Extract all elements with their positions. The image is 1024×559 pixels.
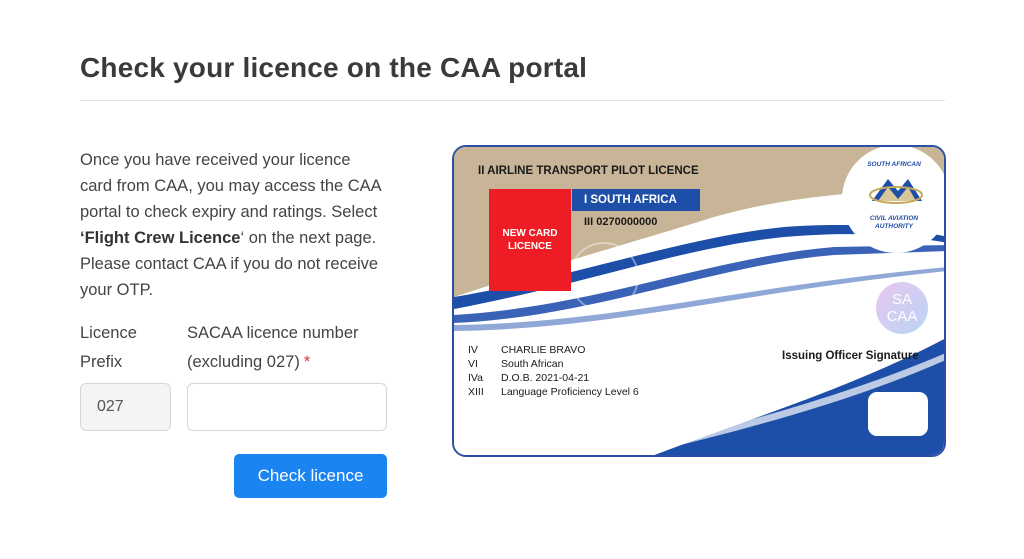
card-detail-row: XIII Language Proficiency Level 6: [468, 385, 639, 399]
card-detail-code: VI: [468, 358, 478, 370]
card-photo-placeholder: NEW CARD LICENCE: [489, 189, 571, 291]
card-signature-label: Issuing Officer Signature: [782, 350, 919, 362]
licence-card-image: II AIRLINE TRANSPORT PILOT LICENCE I SOU…: [452, 145, 946, 457]
card-detail-code: IV: [468, 344, 478, 356]
card-licence-type: II AIRLINE TRANSPORT PILOT LICENCE: [478, 165, 699, 177]
caa-logo-bottom-text: CIVIL AVIATION AUTHORITY: [869, 215, 919, 230]
licence-prefix-label: Licence Prefix: [80, 324, 137, 371]
required-marker: *: [303, 353, 311, 371]
card-country: I SOUTH AFRICA: [572, 189, 700, 211]
caa-logo-top-text: SOUTH AFRICAN: [867, 161, 921, 168]
card-details: IV CHARLIE BRAVO VI South African IVa D.O.B…: [468, 343, 639, 399]
card-licence-number: III 0270000000: [584, 216, 658, 228]
card-detail-code: XIII: [468, 386, 484, 398]
check-licence-button[interactable]: Check licence: [234, 454, 387, 498]
card-chip: [868, 392, 928, 436]
intro-highlight: ‘Flight Crew Licence: [80, 229, 241, 247]
title-divider: [80, 100, 945, 101]
card-detail-code: IVa: [468, 372, 483, 384]
intro-paragraph: Once you have received your licence card…: [80, 147, 385, 303]
licence-prefix-field: 027: [80, 383, 171, 431]
card-detail-row: IVa D.O.B. 2021-04-21: [468, 371, 639, 385]
intro-text-start: Once you have received your licence card…: [80, 151, 381, 221]
licence-number-input[interactable]: [187, 383, 387, 431]
page-title: Check your licence on the CAA portal: [80, 52, 588, 83]
licence-number-label: SACAA licence number (excluding 027) *: [187, 319, 387, 377]
card-detail-row: VI South African: [468, 357, 639, 371]
card-detail-row: IV CHARLIE BRAVO: [468, 343, 639, 357]
card-detail-value: CHARLIE BRAVO: [501, 344, 586, 356]
sacaa-hologram: SA CAA: [876, 282, 928, 334]
card-detail-value: D.O.B. 2021-04-21: [501, 372, 590, 384]
card-detail-value: Language Proficiency Level 6: [501, 386, 639, 398]
card-detail-value: South African: [501, 358, 564, 370]
licence-number-label-text: SACAA licence number (excluding 027): [187, 324, 359, 371]
